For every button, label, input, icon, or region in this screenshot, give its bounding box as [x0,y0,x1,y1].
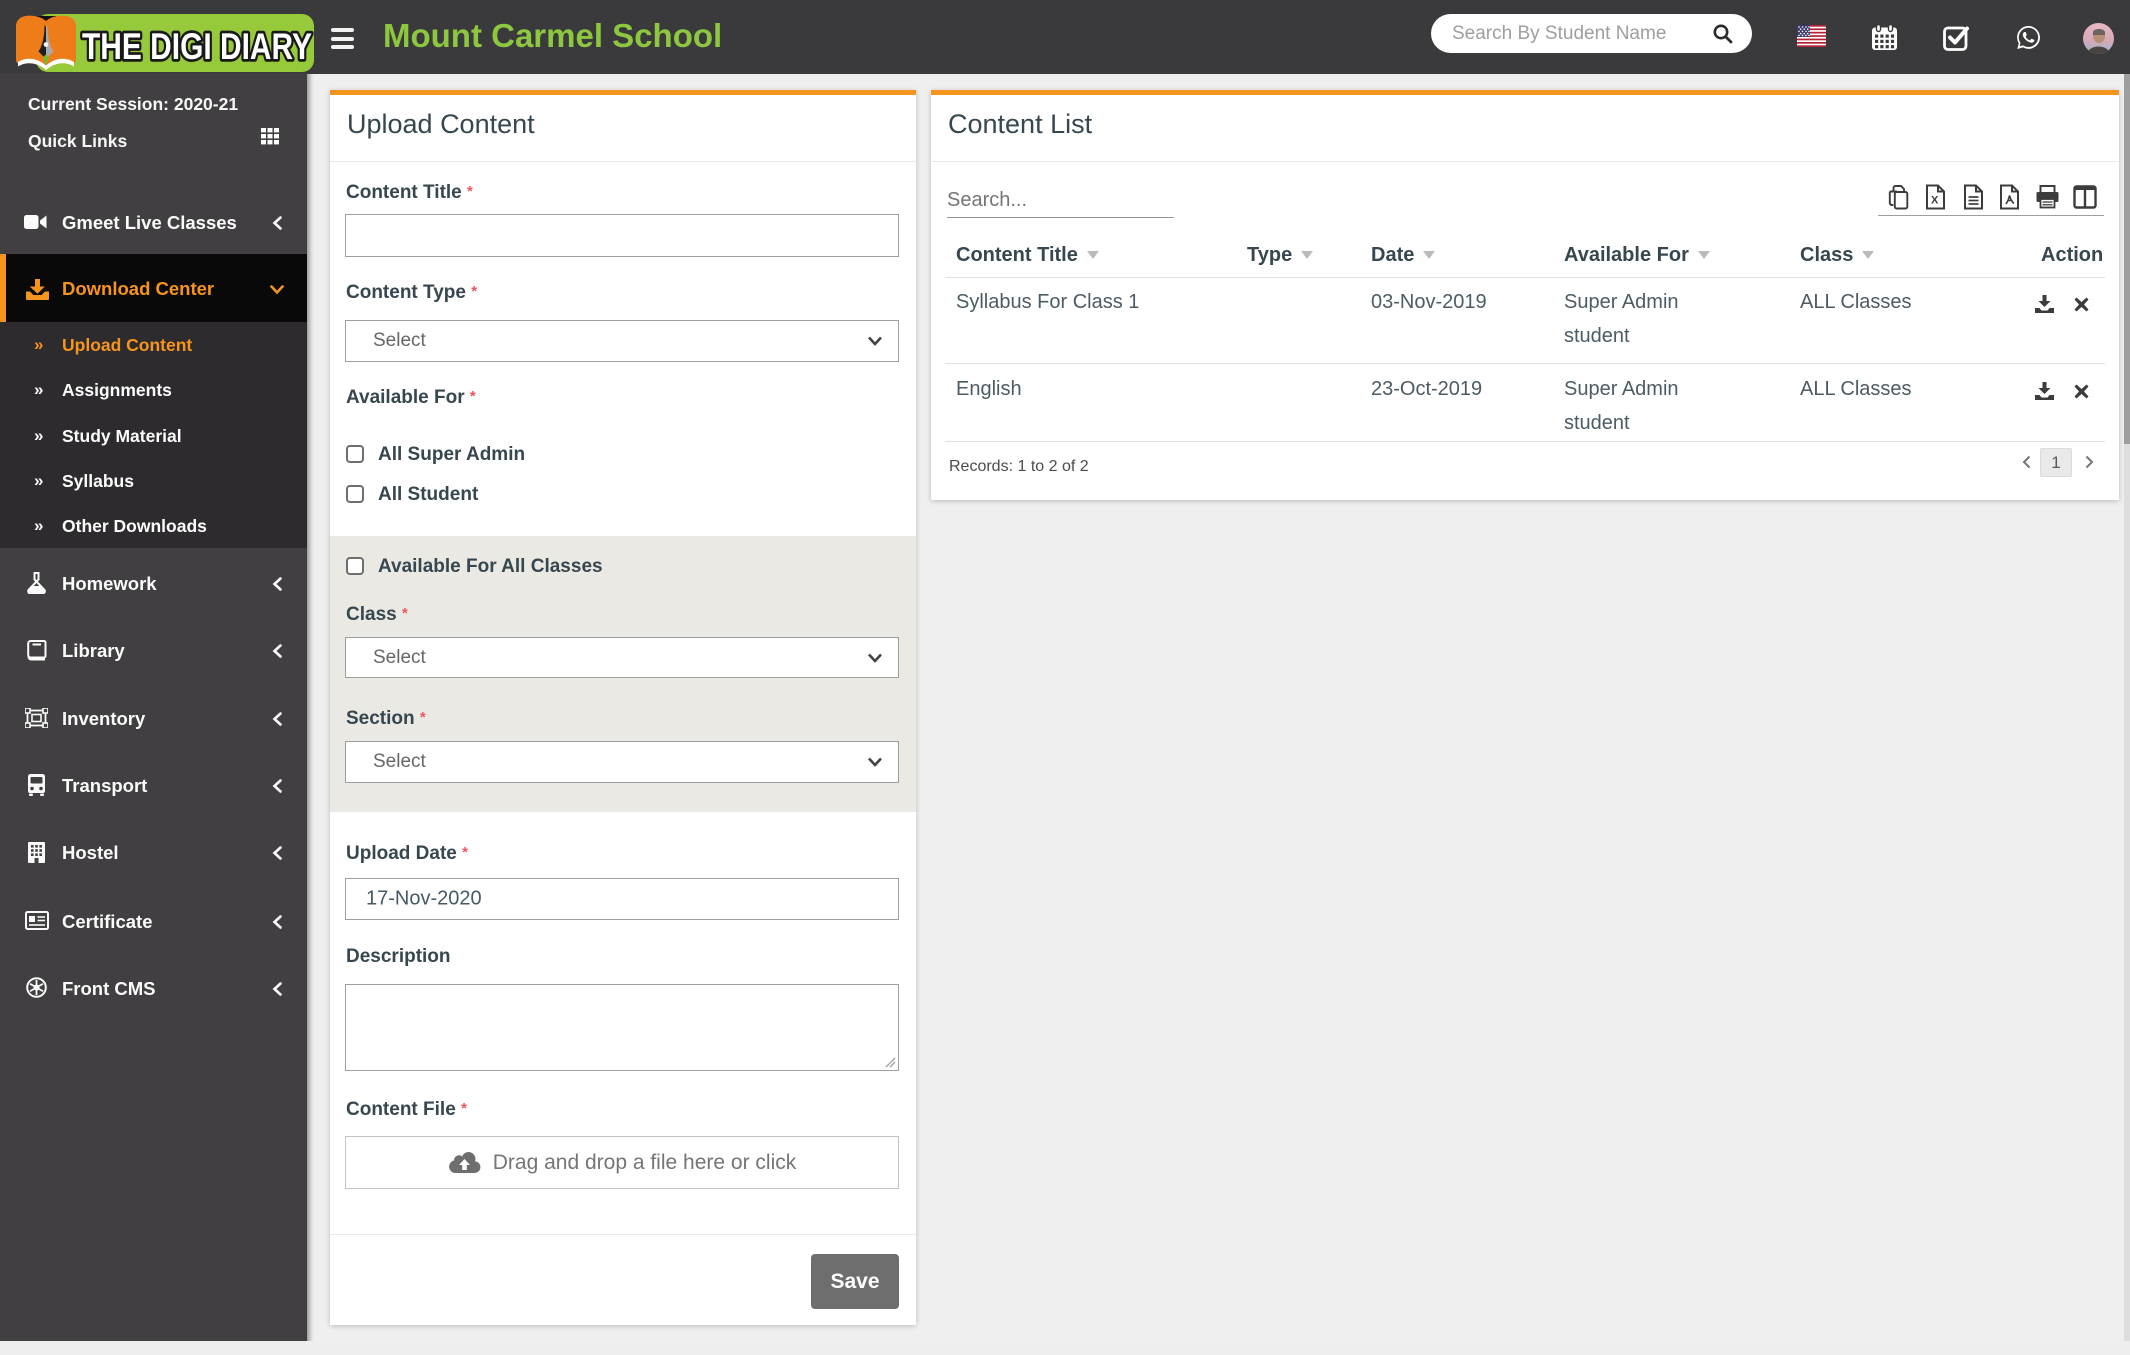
svg-text:X: X [1931,195,1939,207]
svg-text:THE DIGI DIARY: THE DIGI DIARY [82,26,312,67]
